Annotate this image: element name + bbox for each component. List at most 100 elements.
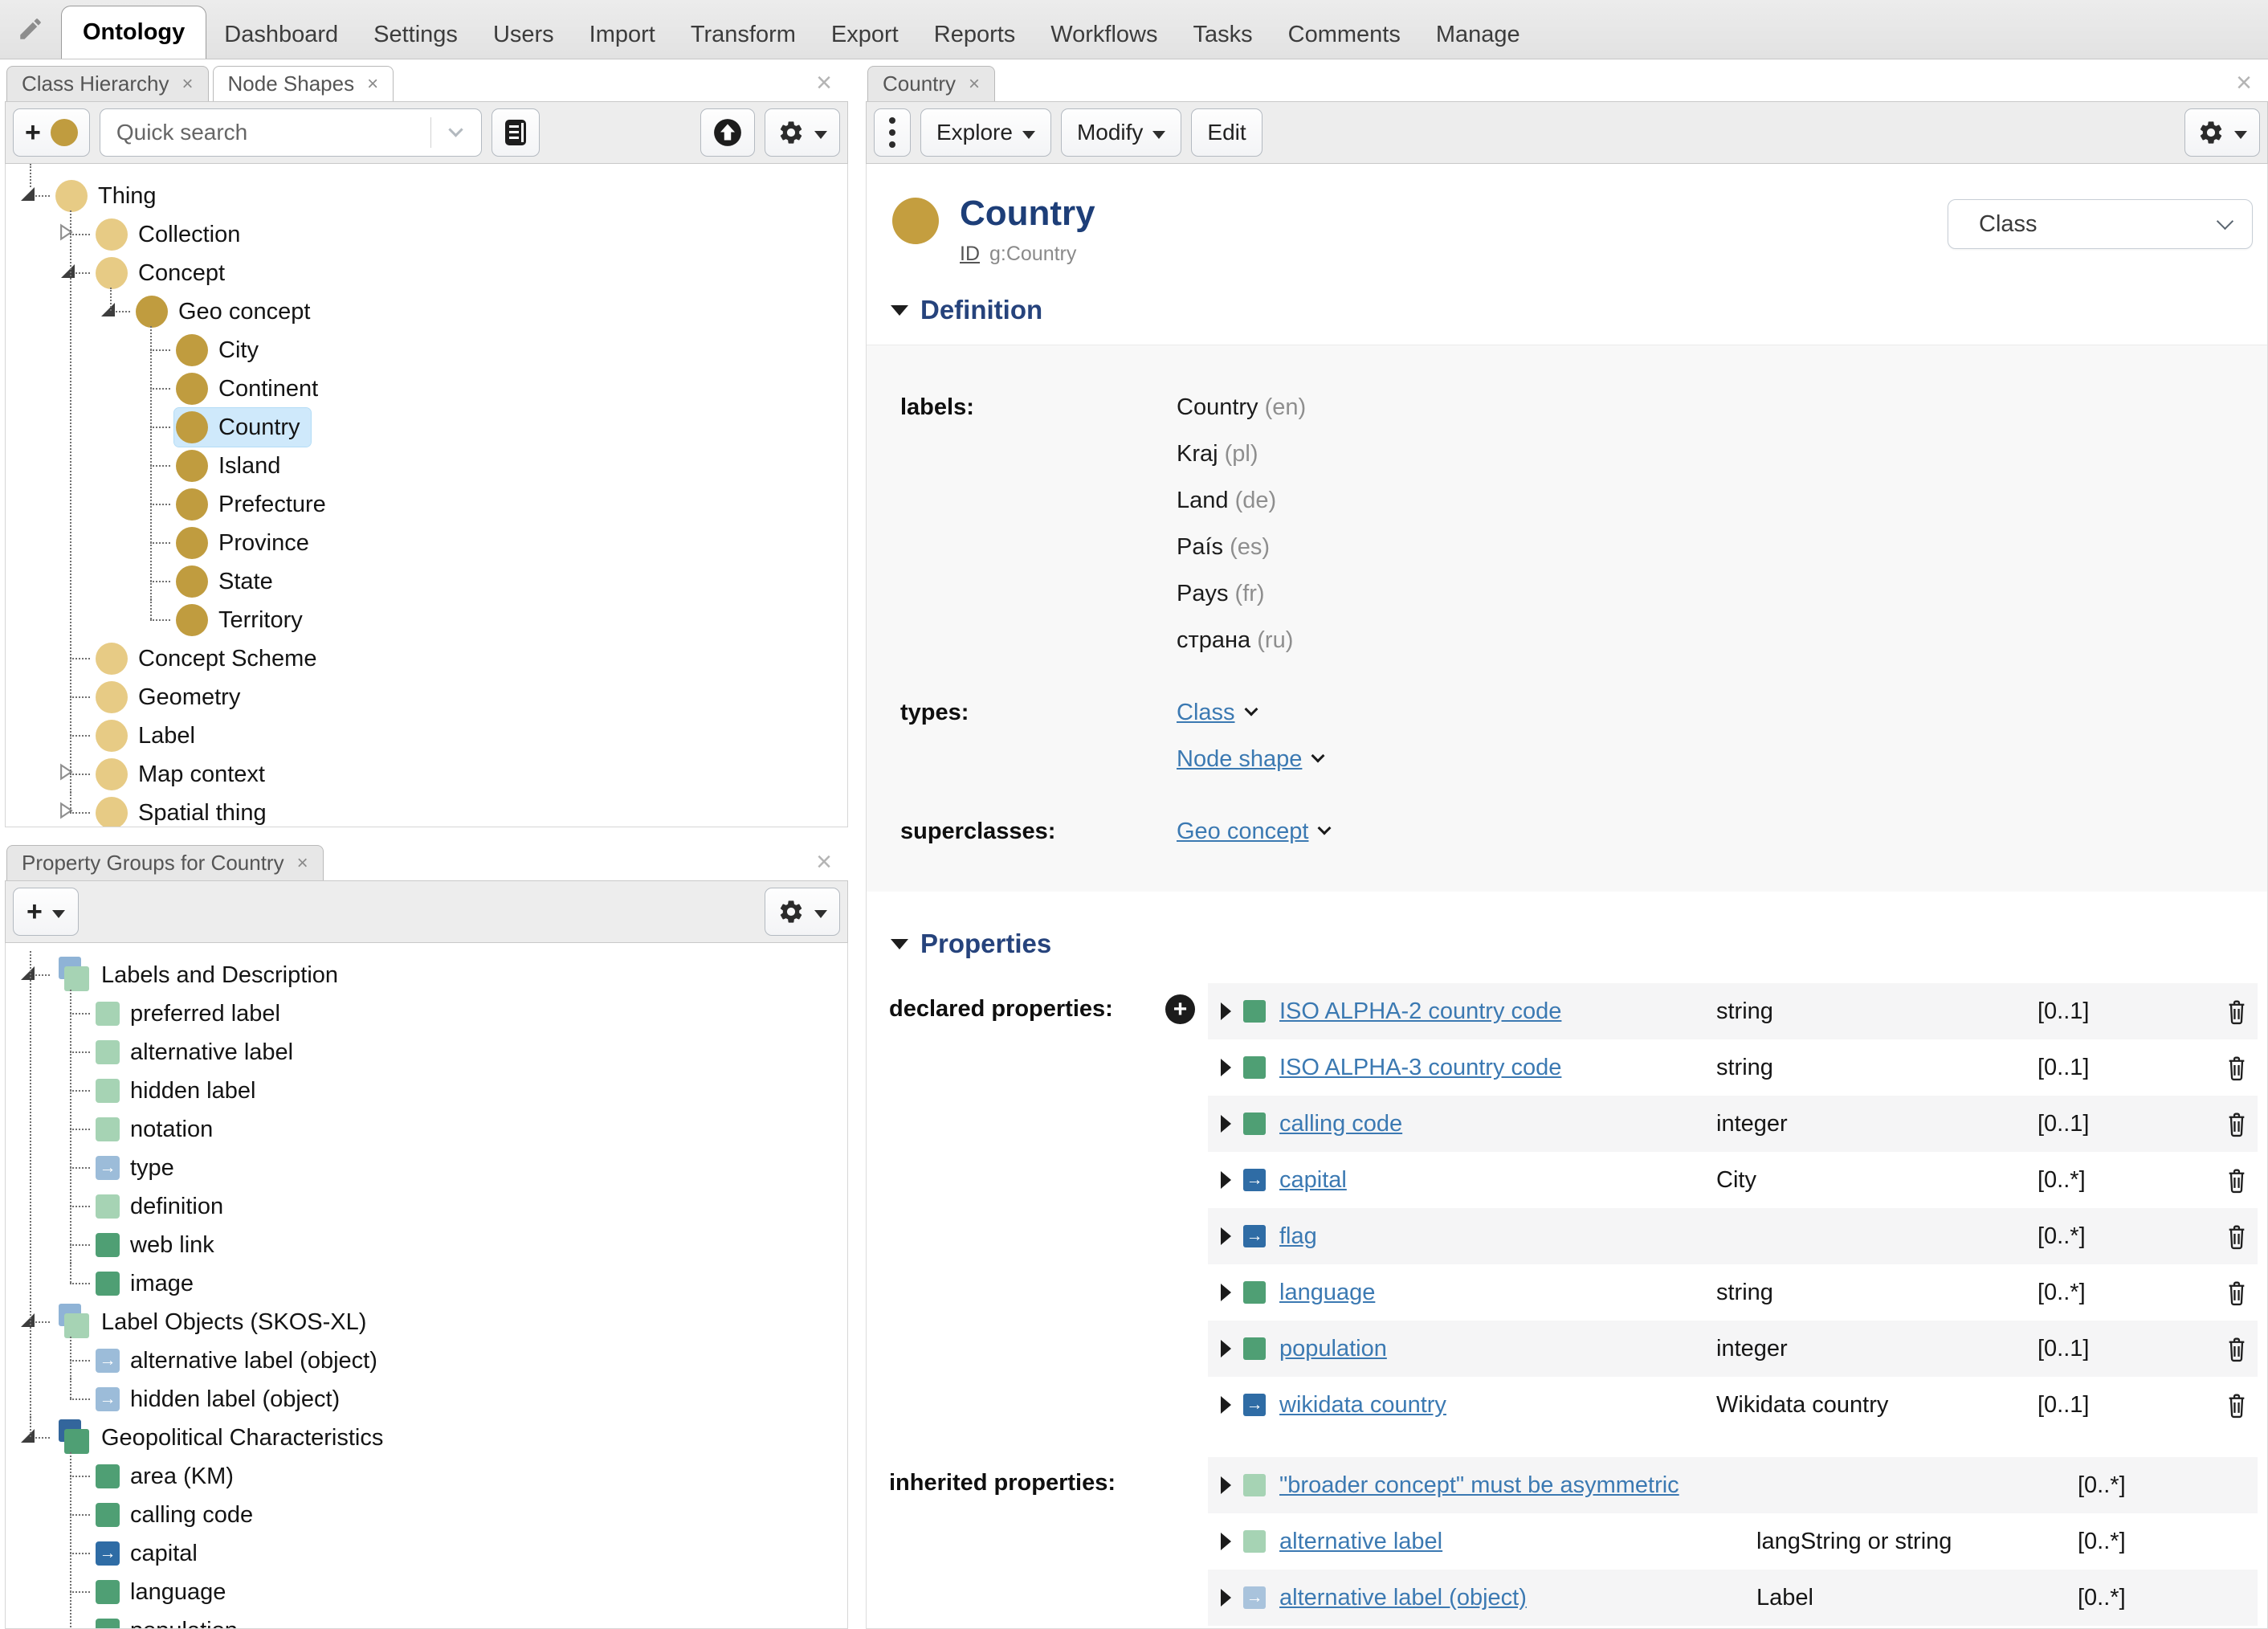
resource-type-select[interactable]: Class	[1948, 199, 2253, 249]
class-item-map-context[interactable]: Map context	[60, 755, 275, 794]
group-item-labels-and-description[interactable]: Labels and Description	[21, 956, 349, 994]
property-link[interactable]: ISO ALPHA-2 country code	[1279, 998, 1716, 1025]
tab-country[interactable]: Country ×	[867, 66, 996, 101]
class-item-territory[interactable]: Territory	[174, 601, 313, 639]
group-item-population[interactable]: population	[94, 1611, 248, 1628]
group-item-definition[interactable]: definition	[94, 1187, 234, 1226]
type-link-node-shape[interactable]: Node shape	[1177, 746, 1302, 773]
nav-tab-settings[interactable]: Settings	[356, 10, 475, 59]
delete-property-button[interactable]	[2208, 1336, 2248, 1362]
class-item-geo-concept[interactable]: Geo concept	[101, 292, 320, 331]
property-groups-settings-button[interactable]	[765, 888, 840, 936]
class-item-collection[interactable]: Collection	[60, 215, 251, 254]
close-panel-icon[interactable]: ×	[2236, 67, 2252, 99]
group-item-language[interactable]: language	[94, 1573, 236, 1611]
locate-button[interactable]	[700, 108, 755, 157]
superclass-link-geo-concept[interactable]: Geo concept	[1177, 819, 1308, 845]
nav-tab-export[interactable]: Export	[814, 10, 916, 59]
expand-property-icon[interactable]	[1221, 1227, 1231, 1246]
collapse-node-icon[interactable]	[21, 1429, 35, 1443]
nav-tab-transform[interactable]: Transform	[673, 10, 814, 59]
delete-property-button[interactable]	[2208, 1055, 2248, 1081]
class-item-island[interactable]: Island	[174, 447, 291, 485]
property-link[interactable]: alternative label (object)	[1279, 1585, 1756, 1611]
expand-property-icon[interactable]	[1221, 1533, 1231, 1551]
add-property-group-button[interactable]: +	[13, 888, 79, 936]
chevron-down-icon[interactable]	[1311, 749, 1325, 763]
close-tab-icon[interactable]: ×	[297, 852, 308, 875]
class-item-thing[interactable]: Thing	[21, 177, 167, 215]
resource-settings-button[interactable]	[2184, 108, 2260, 157]
group-item-preferred-label[interactable]: preferred label	[94, 994, 291, 1033]
group-item-notation[interactable]: notation	[94, 1110, 223, 1149]
modify-button[interactable]: Modify	[1060, 108, 1182, 157]
expand-property-icon[interactable]	[1221, 1171, 1231, 1190]
explore-button[interactable]: Explore	[920, 108, 1051, 157]
group-item-hidden-label-object[interactable]: hidden label (object)	[94, 1380, 350, 1419]
class-item-country[interactable]: Country	[173, 407, 312, 447]
search-options-chevron-icon[interactable]	[431, 122, 481, 137]
nav-tab-import[interactable]: Import	[572, 10, 673, 59]
nav-tab-users[interactable]: Users	[475, 10, 572, 59]
delete-property-button[interactable]	[2208, 998, 2248, 1025]
add-property-icon[interactable]: +	[1165, 994, 1195, 1025]
class-item-continent[interactable]: Continent	[174, 369, 328, 408]
group-item-label-objects-skos-xl[interactable]: Label Objects (SKOS-XL)	[21, 1303, 377, 1341]
expand-property-icon[interactable]	[1221, 1396, 1231, 1415]
expand-node-icon[interactable]	[59, 223, 73, 245]
tab-property-groups-for-country[interactable]: Property Groups for Country ×	[6, 845, 324, 880]
expand-property-icon[interactable]	[1221, 1059, 1231, 1077]
expand-node-icon[interactable]	[59, 763, 73, 785]
expand-node-icon[interactable]	[59, 802, 73, 823]
group-item-calling-code[interactable]: calling code	[94, 1496, 263, 1534]
expand-property-icon[interactable]	[1221, 1002, 1231, 1021]
property-link[interactable]: wikidata country	[1279, 1392, 1716, 1419]
delete-property-button[interactable]	[2208, 1223, 2248, 1250]
group-item-capital[interactable]: capital	[94, 1534, 208, 1573]
group-item-image[interactable]: image	[94, 1264, 204, 1303]
nav-tab-comments[interactable]: Comments	[1271, 10, 1418, 59]
property-link[interactable]: language	[1279, 1280, 1716, 1306]
close-tab-icon[interactable]: ×	[182, 73, 194, 96]
group-item-alternative-label[interactable]: alternative label	[94, 1033, 304, 1072]
edit-button[interactable]: Edit	[1191, 108, 1262, 157]
collapse-node-icon[interactable]	[101, 303, 115, 316]
nav-tab-reports[interactable]: Reports	[916, 10, 1034, 59]
collapse-node-icon[interactable]	[61, 264, 75, 278]
delete-property-button[interactable]	[2208, 1167, 2248, 1194]
property-link[interactable]: "broader concept" must be asymmetric	[1279, 1472, 1756, 1499]
class-item-prefecture[interactable]: Prefecture	[174, 485, 337, 524]
nav-tab-manage[interactable]: Manage	[1418, 10, 1538, 59]
nav-tab-tasks[interactable]: Tasks	[1176, 10, 1271, 59]
delete-property-button[interactable]	[2208, 1111, 2248, 1137]
more-actions-button[interactable]	[874, 108, 911, 157]
delete-property-button[interactable]	[2208, 1280, 2248, 1306]
class-item-spatial-thing[interactable]: Spatial thing	[60, 794, 277, 827]
close-tab-icon[interactable]: ×	[969, 73, 980, 96]
tab-node-shapes[interactable]: Node Shapes ×	[212, 66, 394, 101]
class-item-state[interactable]: State	[174, 562, 284, 601]
class-item-province[interactable]: Province	[174, 524, 320, 562]
group-item-alternative-label-object[interactable]: alternative label (object)	[94, 1341, 388, 1380]
delete-property-button[interactable]	[2208, 1392, 2248, 1419]
close-tab-icon[interactable]: ×	[367, 73, 378, 96]
chevron-down-icon[interactable]	[1244, 702, 1258, 717]
class-item-concept-scheme[interactable]: Concept Scheme	[94, 639, 327, 678]
expand-property-icon[interactable]	[1221, 1340, 1231, 1358]
property-link[interactable]: flag	[1279, 1223, 1716, 1250]
close-panel-icon[interactable]: ×	[816, 847, 832, 878]
quick-search-input[interactable]	[100, 120, 430, 145]
group-item-type[interactable]: type	[94, 1149, 185, 1187]
tab-class-hierarchy[interactable]: Class Hierarchy ×	[6, 66, 209, 101]
group-item-area-km[interactable]: area (KM)	[94, 1457, 244, 1496]
close-panel-icon[interactable]: ×	[816, 67, 832, 99]
class-item-label[interactable]: Label	[94, 717, 206, 755]
id-label[interactable]: ID	[960, 243, 980, 266]
property-link[interactable]: population	[1279, 1336, 1716, 1362]
group-item-geopolitical-characteristics[interactable]: Geopolitical Characteristics	[21, 1419, 394, 1457]
property-link[interactable]: ISO ALPHA-3 country code	[1279, 1055, 1716, 1081]
dictionary-button[interactable]	[491, 108, 540, 157]
collapse-node-icon[interactable]	[21, 187, 35, 201]
properties-section-header[interactable]: Properties	[867, 929, 2267, 959]
expand-property-icon[interactable]	[1221, 1284, 1231, 1302]
